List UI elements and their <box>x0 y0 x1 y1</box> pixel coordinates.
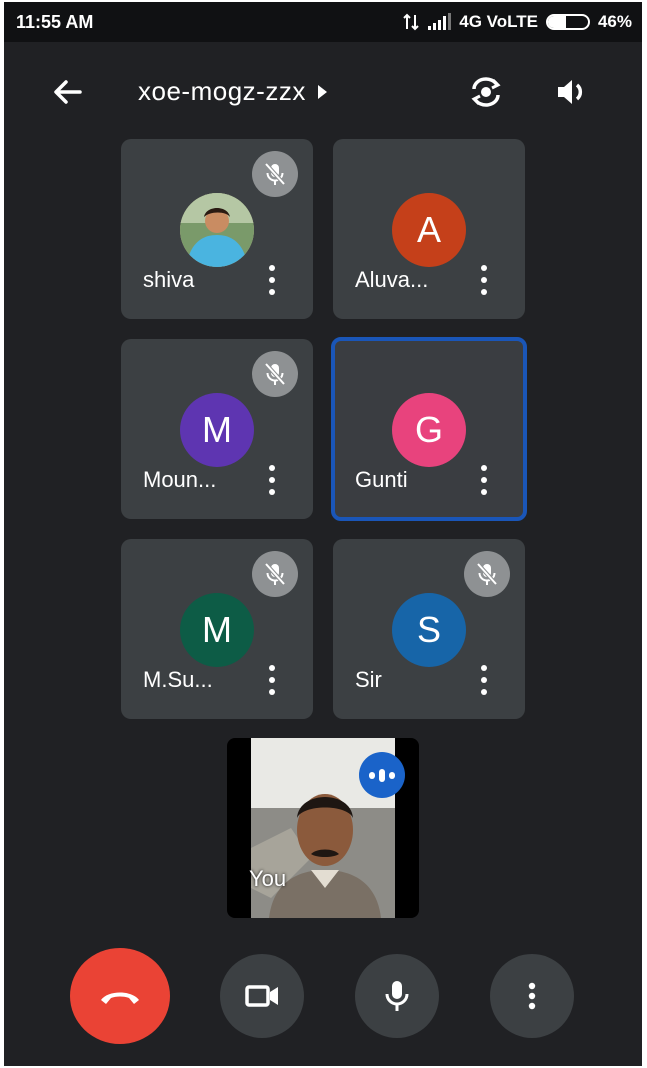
mic-off-badge <box>252 151 298 197</box>
avatar-initial: A <box>392 193 466 267</box>
participant-options-button[interactable] <box>261 663 283 697</box>
participant-tile-moun[interactable]: M Moun... <box>121 339 313 519</box>
call-controls <box>4 948 642 1044</box>
signal-icon <box>428 13 452 30</box>
participant-options-button[interactable] <box>261 463 283 497</box>
video-camera-icon <box>245 985 278 1007</box>
participant-name: Sir <box>355 667 382 692</box>
meeting-code: xoe-mogz-zzx <box>138 76 306 106</box>
toggle-camera-button[interactable] <box>220 954 304 1038</box>
participant-options-button[interactable] <box>261 263 283 297</box>
mic-off-badge <box>252 351 298 397</box>
avatar-initial: S <box>392 593 466 667</box>
participant-options-button[interactable] <box>473 663 495 697</box>
status-time: 11:55 AM <box>16 12 94 32</box>
caret-right-icon <box>317 84 327 99</box>
participant-options-button[interactable] <box>473 463 495 497</box>
avatar-photo <box>180 193 254 267</box>
more-options-button[interactable] <box>490 954 574 1038</box>
avatar-initial: G <box>392 393 466 467</box>
person-photo-icon <box>180 193 254 267</box>
participant-name: Gunti <box>355 467 408 492</box>
participant-tile-sir[interactable]: S Sir <box>333 539 525 719</box>
battery-icon <box>545 14 590 30</box>
speaking-indicator <box>359 752 405 798</box>
participant-tile-shiva[interactable]: shiva <box>121 139 313 319</box>
mic-off-badge <box>464 551 510 597</box>
participant-tile-aluva[interactable]: A Aluva... <box>333 139 525 319</box>
status-bar: 11:55 AM 4G VoLTE 46% <box>4 2 642 42</box>
mic-off-badge <box>252 551 298 597</box>
switch-camera-button[interactable] <box>466 72 506 112</box>
back-button[interactable] <box>48 72 88 112</box>
participant-name: shiva <box>143 267 195 292</box>
participant-options-button[interactable] <box>473 263 495 297</box>
audio-output-button[interactable] <box>552 72 592 112</box>
mic-off-icon <box>264 362 286 386</box>
avatar-initial: M <box>180 593 254 667</box>
phone-hangup-icon <box>101 992 139 1004</box>
mic-off-icon <box>264 162 286 186</box>
end-call-button[interactable] <box>70 948 170 1044</box>
participant-tile-gunti[interactable]: G Gunti <box>331 337 527 521</box>
network-type: 4G VoLTE <box>459 12 538 31</box>
participant-name: Aluva... <box>355 267 429 292</box>
data-transfer-icon <box>403 13 419 31</box>
self-view-label: You <box>249 866 287 891</box>
meet-call-screen: 11:55 AM 4G VoLTE 46% xoe-mogz-zzx shiva… <box>4 2 642 1066</box>
arrow-left-icon <box>54 80 82 104</box>
participant-tile-msu[interactable]: M M.Su... <box>121 539 313 719</box>
battery-percent: 46% <box>597 12 632 31</box>
more-vertical-icon <box>528 982 536 1010</box>
camera-switch-icon <box>471 77 501 107</box>
microphone-icon <box>385 981 409 1011</box>
avatar-initial: M <box>180 393 254 467</box>
status-indicators: 4G VoLTE 46% <box>403 12 632 32</box>
speaker-icon <box>558 80 583 104</box>
meeting-header: xoe-mogz-zzx <box>4 42 642 138</box>
toggle-mic-button[interactable] <box>355 954 439 1038</box>
mic-off-icon <box>264 562 286 586</box>
mic-off-icon <box>476 562 498 586</box>
participant-name: Moun... <box>143 467 217 492</box>
meeting-code-button[interactable]: xoe-mogz-zzx <box>138 76 327 107</box>
participant-name: M.Su... <box>143 667 213 692</box>
self-view-tile[interactable]: You <box>227 738 419 918</box>
